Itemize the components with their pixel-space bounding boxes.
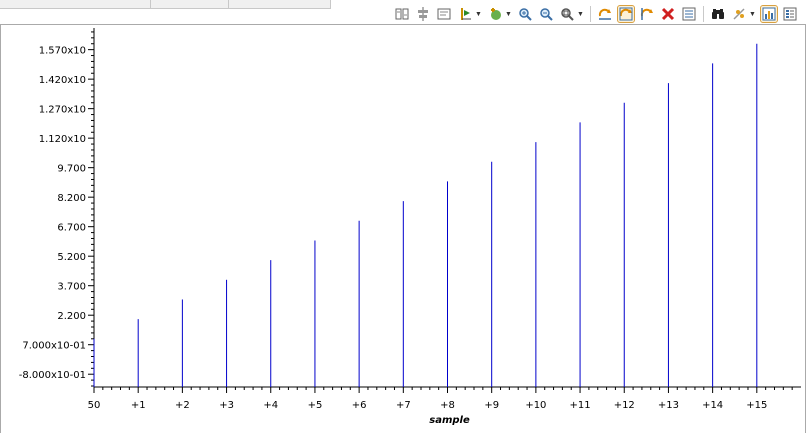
x-tick-label: +8 <box>440 400 455 411</box>
legend-icon[interactable] <box>681 6 697 22</box>
x-tick-label: +3 <box>219 400 234 411</box>
zoom-out-icon[interactable] <box>538 6 554 22</box>
x-tick-label: 50 <box>88 400 101 411</box>
y-tick-label: 1.420x10 <box>39 75 86 86</box>
x-tick-label: +4 <box>263 400 278 411</box>
binoculars-icon[interactable] <box>710 6 726 22</box>
align-columns-icon[interactable] <box>394 6 410 22</box>
y-tick-label: -8.000x10-01 <box>19 370 86 381</box>
tab-strip <box>0 0 331 9</box>
y-tick-label: 5.200 <box>57 252 86 263</box>
y-tick-label: 1.270x10 <box>39 105 86 116</box>
add-point-dropdown-icon[interactable]: ▼ <box>505 6 512 22</box>
plot-style-dropdown-icon[interactable]: ▼ <box>749 6 756 22</box>
zoom-fit-icon[interactable] <box>559 6 575 22</box>
x-tick-label: +13 <box>658 400 679 411</box>
stem-chart[interactable]: -8.000x10-01 7.000x10-01 2.200 3.700 5.200 6.… <box>1 25 805 433</box>
x-tick-label: +14 <box>702 400 723 411</box>
plot-toolbar: ▼ ▼ ▼ ▼ <box>392 4 800 24</box>
y-tick-label: 1.120x10 <box>39 134 86 145</box>
frame-icon[interactable] <box>436 6 452 22</box>
toolbar-separator <box>703 6 704 22</box>
chart-view-icon[interactable] <box>760 5 778 23</box>
x-tick-label: +1 <box>131 400 146 411</box>
properties-icon[interactable] <box>782 6 798 22</box>
tab-divider <box>228 0 229 8</box>
x-axis-title: sample <box>429 415 470 426</box>
y-tick-label: 1.570x10 <box>39 46 86 57</box>
cursor-marker-icon[interactable] <box>457 6 473 22</box>
x-tick-label: +7 <box>396 400 411 411</box>
x-tick-label: +5 <box>308 400 323 411</box>
toolbar-separator <box>590 6 591 22</box>
autoscale-x-icon[interactable] <box>597 6 613 22</box>
plot-window: ▼ ▼ ▼ ▼ -8.000x10-01 7.000x10-01 2.200 3… <box>0 0 806 433</box>
plot-area[interactable]: -8.000x10-01 7.000x10-01 2.200 3.700 5.200 6.… <box>0 24 806 433</box>
plot-style-icon[interactable] <box>731 6 747 22</box>
cursor-marker-dropdown-icon[interactable]: ▼ <box>475 6 482 22</box>
autoscale-y-icon[interactable] <box>639 6 655 22</box>
y-tick-label: 3.700 <box>57 282 86 293</box>
x-tick-label: +9 <box>484 400 499 411</box>
tab-divider <box>150 0 151 8</box>
y-tick-label: 7.000x10-01 <box>22 341 86 352</box>
x-tick-label: +10 <box>525 400 546 411</box>
y-tick-label: 6.700 <box>57 223 86 234</box>
x-tick-label: +12 <box>614 400 635 411</box>
zoom-in-icon[interactable] <box>517 6 533 22</box>
y-tick-label: 2.200 <box>57 311 86 322</box>
x-tick-label: +15 <box>746 400 767 411</box>
clear-icon[interactable] <box>660 6 676 22</box>
x-tick-label: +2 <box>175 400 190 411</box>
zoom-dropdown-icon[interactable]: ▼ <box>577 6 584 22</box>
x-tick-label: +6 <box>352 400 367 411</box>
y-tick-label: 9.700 <box>57 164 86 175</box>
y-tick-label: 8.200 <box>57 193 86 204</box>
align-center-icon[interactable] <box>415 6 431 22</box>
add-point-icon[interactable] <box>487 6 503 22</box>
x-tick-label: +11 <box>570 400 591 411</box>
autoscale-xy-icon[interactable] <box>617 5 635 23</box>
